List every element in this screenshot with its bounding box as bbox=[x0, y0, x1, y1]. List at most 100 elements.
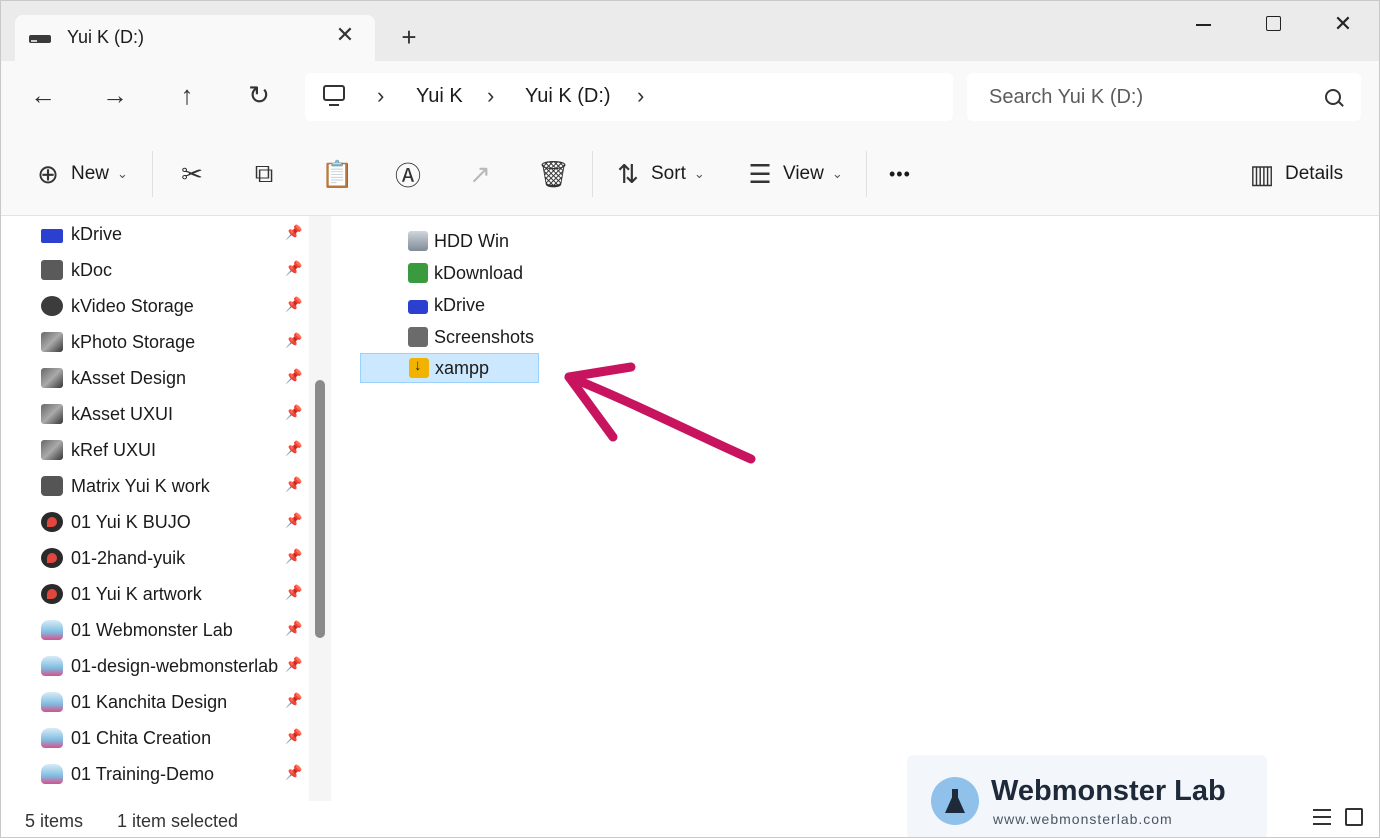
breadcrumb-drive-d[interactable]: Yui K (D:) bbox=[525, 85, 611, 108]
item-count: 5 items bbox=[25, 811, 84, 831]
scrollbar-thumb[interactable] bbox=[315, 380, 325, 638]
new-button[interactable]: ⊕ New ⌄ bbox=[33, 153, 128, 195]
sidebar-item-kasset-design[interactable]: kAsset Design 📌 bbox=[41, 360, 307, 396]
navigation-bar: ← → ↑ ↻ › Yui K › Yui K (D:) › bbox=[1, 61, 1379, 133]
list-item-kdrive[interactable]: kDrive bbox=[360, 290, 485, 320]
sidebar-item-01-2hand-yuik[interactable]: 01-2hand-yuik 📌 bbox=[41, 540, 307, 576]
copy-icon: ⧉ bbox=[254, 158, 274, 188]
pin-icon[interactable]: 📌 bbox=[285, 585, 302, 599]
sort-label: Sort bbox=[651, 163, 686, 184]
list-item-screenshots[interactable]: Screenshots bbox=[360, 322, 534, 352]
sidebar-item-01-yui-k-bujo[interactable]: 01 Yui K BUJO 📌 bbox=[41, 504, 307, 540]
refresh-button[interactable]: ↻ bbox=[239, 75, 279, 115]
pin-icon[interactable]: 📌 bbox=[285, 297, 302, 311]
details-view-icon[interactable] bbox=[1313, 809, 1331, 825]
sidebar-item-matrix-yui-k-work[interactable]: Matrix Yui K work 📌 bbox=[41, 468, 307, 504]
sidebar-item-kphoto-storage[interactable]: kPhoto Storage 📌 bbox=[41, 324, 307, 360]
pin-icon[interactable]: 📌 bbox=[285, 729, 302, 743]
folder-icon bbox=[41, 260, 63, 280]
pin-icon[interactable]: 📌 bbox=[285, 765, 302, 779]
asset-folder-icon bbox=[41, 440, 63, 460]
sort-button[interactable]: ⇅ Sort ⌄ bbox=[613, 153, 705, 195]
this-pc-icon[interactable] bbox=[323, 85, 345, 106]
more-options-button[interactable]: ••• bbox=[889, 153, 911, 195]
pin-icon[interactable]: 📌 bbox=[285, 441, 302, 455]
pin-icon[interactable]: 📌 bbox=[285, 261, 302, 275]
large-icons-view-icon[interactable] bbox=[1345, 808, 1363, 826]
drive-icon bbox=[41, 229, 63, 243]
sidebar-item-label: 01 Training-Demo bbox=[71, 763, 215, 784]
file-name: xampp bbox=[435, 357, 490, 378]
pin-icon[interactable]: 📌 bbox=[285, 405, 302, 419]
sidebar-item-label: kPhoto Storage bbox=[71, 331, 196, 352]
details-label: Details bbox=[1285, 163, 1344, 184]
pin-icon[interactable]: 📌 bbox=[285, 693, 302, 707]
address-bar[interactable]: › Yui K › Yui K (D:) › bbox=[305, 73, 953, 121]
pin-icon[interactable]: 📌 bbox=[285, 477, 302, 491]
sidebar-item-kasset-uxui[interactable]: kAsset UXUI 📌 bbox=[41, 396, 307, 432]
delete-button[interactable]: 🗑 bbox=[537, 153, 570, 195]
title-bar: Yui K (D:) ✕ + ✕ bbox=[1, 1, 1379, 61]
search-input[interactable] bbox=[987, 85, 1311, 110]
hdd-icon bbox=[408, 231, 428, 251]
view-button[interactable]: ☰ View ⌄ bbox=[745, 153, 842, 195]
close-window-button[interactable]: ✕ bbox=[1323, 9, 1363, 39]
chevron-right-icon[interactable]: › bbox=[637, 83, 644, 109]
file-explorer-window: Yui K (D:) ✕ + ✕ ← → ↑ ↻ › Yui K › Yui K… bbox=[0, 0, 1380, 838]
back-button[interactable]: ← bbox=[23, 75, 63, 115]
sidebar-item-01-kanchita-design[interactable]: 01 Kanchita Design 📌 bbox=[41, 684, 307, 720]
sidebar-item-kref-uxui[interactable]: kRef UXUI 📌 bbox=[41, 432, 307, 468]
search-icon[interactable] bbox=[1325, 89, 1341, 105]
asset-folder-icon bbox=[41, 368, 63, 388]
chevron-right-icon[interactable]: › bbox=[377, 83, 384, 109]
rename-button[interactable]: Ⓐ bbox=[393, 153, 423, 195]
sidebar-scrollbar[interactable] bbox=[309, 216, 331, 801]
pin-icon[interactable]: 📌 bbox=[285, 549, 302, 563]
list-item-kdownload[interactable]: kDownload bbox=[360, 258, 523, 288]
details-button[interactable]: ▥ Details bbox=[1247, 153, 1343, 195]
tab-active[interactable]: Yui K (D:) ✕ bbox=[15, 15, 375, 61]
minimize-button[interactable] bbox=[1183, 9, 1223, 39]
list-item-xampp[interactable]: xampp bbox=[360, 353, 539, 383]
flask-logo-icon bbox=[931, 777, 979, 825]
maximize-button[interactable] bbox=[1253, 9, 1293, 39]
sidebar-item-kdoc[interactable]: kDoc 📌 bbox=[41, 252, 307, 288]
sidebar-item-label: 01-2hand-yuik bbox=[71, 547, 186, 568]
tab-close-icon[interactable]: ✕ bbox=[331, 21, 359, 49]
flask-folder-icon bbox=[41, 728, 63, 748]
plus-circle-icon: ⊕ bbox=[37, 158, 59, 189]
pin-icon[interactable]: 📌 bbox=[285, 225, 302, 239]
rocket-folder-icon bbox=[41, 548, 63, 568]
sidebar-item-01-webmonster-lab[interactable]: 01 Webmonster Lab 📌 bbox=[41, 612, 307, 648]
pin-icon[interactable]: 📌 bbox=[285, 657, 302, 671]
sidebar-item-01-training-demo[interactable]: 01 Training-Demo 📌 bbox=[41, 756, 307, 792]
chevron-right-icon[interactable]: › bbox=[487, 83, 494, 109]
up-button[interactable]: ↑ bbox=[167, 75, 207, 115]
toolbar-divider bbox=[592, 151, 593, 197]
paste-button[interactable]: 📋 bbox=[321, 153, 353, 195]
new-tab-button[interactable]: + bbox=[395, 23, 423, 51]
download-folder-icon bbox=[408, 263, 428, 283]
pin-icon[interactable]: 📌 bbox=[285, 513, 302, 527]
tab-title: Yui K (D:) bbox=[67, 27, 145, 47]
breadcrumb-yui-k[interactable]: Yui K bbox=[416, 85, 463, 108]
video-folder-icon bbox=[41, 296, 63, 316]
sidebar-item-01-chita-creation[interactable]: 01 Chita Creation 📌 bbox=[41, 720, 307, 756]
sidebar-item-01-design-webmonsterlab[interactable]: 01-design-webmonsterlab 📌 bbox=[41, 648, 307, 684]
sidebar-item-label: kDrive bbox=[71, 223, 123, 244]
sidebar-item-label: 01 Kanchita Design bbox=[71, 691, 228, 712]
pin-icon[interactable]: 📌 bbox=[285, 333, 302, 347]
share-button[interactable]: ↗ bbox=[465, 153, 495, 195]
sidebar-item-kvideo-storage[interactable]: kVideo Storage 📌 bbox=[41, 288, 307, 324]
cut-button[interactable]: ✂ bbox=[177, 153, 207, 195]
search-box[interactable] bbox=[967, 73, 1361, 121]
sidebar-item-01-yui-k-artwork[interactable]: 01 Yui K artwork 📌 bbox=[41, 576, 307, 612]
selection-count: 1 item selected bbox=[117, 811, 239, 831]
sidebar-item-kdrive[interactable]: kDrive 📌 bbox=[41, 216, 307, 252]
list-item-hdd-win[interactable]: HDD Win bbox=[360, 226, 509, 256]
pin-icon[interactable]: 📌 bbox=[285, 621, 302, 635]
logo-url: www.webmonsterlab.com bbox=[993, 811, 1173, 827]
forward-button[interactable]: → bbox=[95, 75, 135, 115]
pin-icon[interactable]: 📌 bbox=[285, 369, 302, 383]
copy-button[interactable]: ⧉ bbox=[249, 153, 279, 195]
